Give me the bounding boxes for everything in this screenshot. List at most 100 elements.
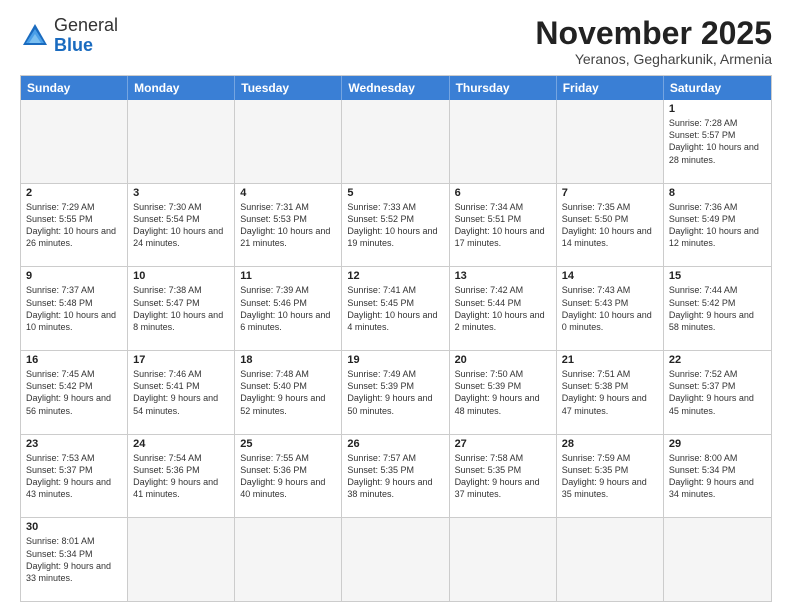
day-number: 10 — [133, 270, 229, 282]
page: General Blue November 2025 Yeranos, Gegh… — [0, 0, 792, 612]
cal-cell: 4 Sunrise: 7:31 AM Sunset: 5:53 PM Daylig… — [235, 184, 342, 267]
cal-cell: 20 Sunrise: 7:50 AM Sunset: 5:39 PM Dayli… — [450, 351, 557, 434]
cell-info: Sunrise: 7:35 AM Sunset: 5:50 PM Dayligh… — [562, 201, 658, 250]
header-day-saturday: Saturday — [664, 76, 771, 100]
cell-info: Sunrise: 7:37 AM Sunset: 5:48 PM Dayligh… — [26, 284, 122, 333]
logo: General Blue — [20, 16, 118, 56]
cal-cell — [557, 518, 664, 601]
cell-info: Sunrise: 7:38 AM Sunset: 5:47 PM Dayligh… — [133, 284, 229, 333]
cell-info: Sunrise: 7:45 AM Sunset: 5:42 PM Dayligh… — [26, 368, 122, 417]
cal-cell: 15 Sunrise: 7:44 AM Sunset: 5:42 PM Dayli… — [664, 267, 771, 350]
day-number: 5 — [347, 187, 443, 199]
day-number: 13 — [455, 270, 551, 282]
day-number: 16 — [26, 354, 122, 366]
cell-info: Sunrise: 8:01 AM Sunset: 5:34 PM Dayligh… — [26, 535, 122, 584]
cal-cell: 1 Sunrise: 7:28 AM Sunset: 5:57 PM Daylig… — [664, 100, 771, 183]
header-day-monday: Monday — [128, 76, 235, 100]
logo-text: General Blue — [54, 16, 118, 56]
day-number: 30 — [26, 521, 122, 533]
cal-cell — [450, 518, 557, 601]
week-row-1: 2 Sunrise: 7:29 AM Sunset: 5:55 PM Daylig… — [21, 184, 771, 268]
logo-general: General — [54, 16, 118, 36]
cell-info: Sunrise: 7:54 AM Sunset: 5:36 PM Dayligh… — [133, 452, 229, 501]
cal-cell — [342, 100, 449, 183]
day-number: 22 — [669, 354, 766, 366]
calendar-header: SundayMondayTuesdayWednesdayThursdayFrid… — [21, 76, 771, 100]
day-number: 11 — [240, 270, 336, 282]
cal-cell: 11 Sunrise: 7:39 AM Sunset: 5:46 PM Dayli… — [235, 267, 342, 350]
cell-info: Sunrise: 7:33 AM Sunset: 5:52 PM Dayligh… — [347, 201, 443, 250]
header-day-tuesday: Tuesday — [235, 76, 342, 100]
cal-cell: 10 Sunrise: 7:38 AM Sunset: 5:47 PM Dayli… — [128, 267, 235, 350]
cell-info: Sunrise: 7:43 AM Sunset: 5:43 PM Dayligh… — [562, 284, 658, 333]
cal-cell — [557, 100, 664, 183]
day-number: 12 — [347, 270, 443, 282]
day-number: 1 — [669, 103, 766, 115]
day-number: 26 — [347, 438, 443, 450]
cell-info: Sunrise: 7:53 AM Sunset: 5:37 PM Dayligh… — [26, 452, 122, 501]
cell-info: Sunrise: 7:48 AM Sunset: 5:40 PM Dayligh… — [240, 368, 336, 417]
cell-info: Sunrise: 7:29 AM Sunset: 5:55 PM Dayligh… — [26, 201, 122, 250]
cell-info: Sunrise: 7:58 AM Sunset: 5:35 PM Dayligh… — [455, 452, 551, 501]
cal-cell: 3Sunrise: 7:30 AM Sunset: 5:54 PM Daylig… — [128, 184, 235, 267]
cell-info: Sunrise: 7:52 AM Sunset: 5:37 PM Dayligh… — [669, 368, 766, 417]
day-number: 6 — [455, 187, 551, 199]
cal-cell: 19Sunrise: 7:49 AM Sunset: 5:39 PM Dayli… — [342, 351, 449, 434]
header: General Blue November 2025 Yeranos, Gegh… — [20, 16, 772, 67]
day-number: 14 — [562, 270, 658, 282]
cell-info: Sunrise: 8:00 AM Sunset: 5:34 PM Dayligh… — [669, 452, 766, 501]
cell-info: Sunrise: 7:57 AM Sunset: 5:35 PM Dayligh… — [347, 452, 443, 501]
logo-icon — [20, 21, 50, 51]
cal-cell — [128, 518, 235, 601]
header-day-thursday: Thursday — [450, 76, 557, 100]
cal-cell — [235, 518, 342, 601]
cal-cell: 14 Sunrise: 7:43 AM Sunset: 5:43 PM Dayli… — [557, 267, 664, 350]
week-row-5: 30 Sunrise: 8:01 AM Sunset: 5:34 PM Dayli… — [21, 518, 771, 601]
cell-info: Sunrise: 7:31 AM Sunset: 5:53 PM Dayligh… — [240, 201, 336, 250]
cell-info: Sunrise: 7:42 AM Sunset: 5:44 PM Dayligh… — [455, 284, 551, 333]
day-number: 17 — [133, 354, 229, 366]
cal-cell: 22 Sunrise: 7:52 AM Sunset: 5:37 PM Dayli… — [664, 351, 771, 434]
day-number: 2 — [26, 187, 122, 199]
day-number: 18 — [240, 354, 336, 366]
day-number: 15 — [669, 270, 766, 282]
cal-cell: 12Sunrise: 7:41 AM Sunset: 5:45 PM Dayli… — [342, 267, 449, 350]
day-number: 24 — [133, 438, 229, 450]
header-day-wednesday: Wednesday — [342, 76, 449, 100]
week-row-2: 9 Sunrise: 7:37 AM Sunset: 5:48 PM Daylig… — [21, 267, 771, 351]
week-row-3: 16 Sunrise: 7:45 AM Sunset: 5:42 PM Dayli… — [21, 351, 771, 435]
day-number: 20 — [455, 354, 551, 366]
day-number: 7 — [562, 187, 658, 199]
day-number: 21 — [562, 354, 658, 366]
day-number: 28 — [562, 438, 658, 450]
cell-info: Sunrise: 7:34 AM Sunset: 5:51 PM Dayligh… — [455, 201, 551, 250]
month-title: November 2025 — [535, 16, 772, 51]
logo-blue: Blue — [54, 36, 118, 56]
cal-cell — [450, 100, 557, 183]
calendar-body: 1 Sunrise: 7:28 AM Sunset: 5:57 PM Daylig… — [21, 100, 771, 601]
cell-info: Sunrise: 7:28 AM Sunset: 5:57 PM Dayligh… — [669, 117, 766, 166]
cal-cell: 23 Sunrise: 7:53 AM Sunset: 5:37 PM Dayli… — [21, 435, 128, 518]
cal-cell — [235, 100, 342, 183]
cal-cell: 25Sunrise: 7:55 AM Sunset: 5:36 PM Dayli… — [235, 435, 342, 518]
day-number: 19 — [347, 354, 443, 366]
location: Yeranos, Gegharkunik, Armenia — [535, 51, 772, 67]
cal-cell: 30 Sunrise: 8:01 AM Sunset: 5:34 PM Dayli… — [21, 518, 128, 601]
cal-cell: 13 Sunrise: 7:42 AM Sunset: 5:44 PM Dayli… — [450, 267, 557, 350]
day-number: 29 — [669, 438, 766, 450]
day-number: 4 — [240, 187, 336, 199]
header-day-friday: Friday — [557, 76, 664, 100]
cell-info: Sunrise: 7:44 AM Sunset: 5:42 PM Dayligh… — [669, 284, 766, 333]
day-number: 23 — [26, 438, 122, 450]
cal-cell: 21Sunrise: 7:51 AM Sunset: 5:38 PM Dayli… — [557, 351, 664, 434]
cal-cell: 16 Sunrise: 7:45 AM Sunset: 5:42 PM Dayli… — [21, 351, 128, 434]
cal-cell: 2 Sunrise: 7:29 AM Sunset: 5:55 PM Daylig… — [21, 184, 128, 267]
cal-cell: 7 Sunrise: 7:35 AM Sunset: 5:50 PM Daylig… — [557, 184, 664, 267]
day-number: 9 — [26, 270, 122, 282]
cal-cell: 9 Sunrise: 7:37 AM Sunset: 5:48 PM Daylig… — [21, 267, 128, 350]
cell-info: Sunrise: 7:50 AM Sunset: 5:39 PM Dayligh… — [455, 368, 551, 417]
week-row-0: 1 Sunrise: 7:28 AM Sunset: 5:57 PM Daylig… — [21, 100, 771, 184]
day-number: 25 — [240, 438, 336, 450]
cal-cell — [342, 518, 449, 601]
cell-info: Sunrise: 7:39 AM Sunset: 5:46 PM Dayligh… — [240, 284, 336, 333]
